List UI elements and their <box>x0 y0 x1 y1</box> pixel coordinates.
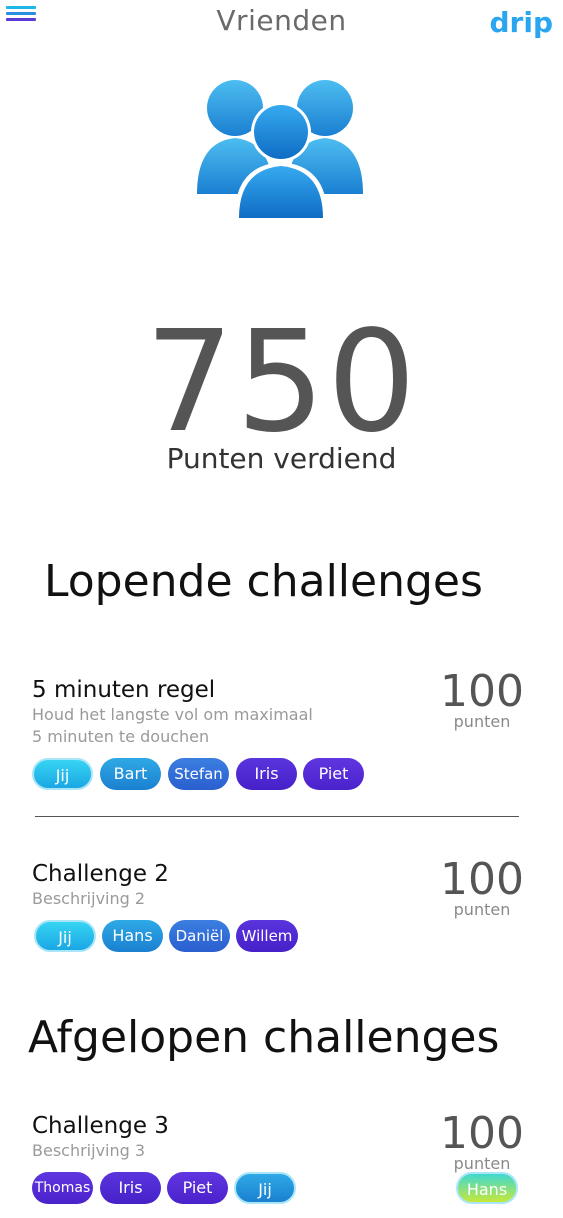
points-value: 100 <box>440 854 524 905</box>
participant-pill[interactable]: Jij <box>32 758 93 790</box>
participant-pill[interactable]: Daniël <box>169 920 230 952</box>
challenge-points: 100 punten <box>432 666 532 732</box>
points-value: 100 <box>440 1108 524 1159</box>
challenge-card[interactable]: Challenge 2 Beschrijving 2 100 punten Ji… <box>32 856 532 952</box>
points-label: Punten verdiend <box>166 442 397 475</box>
brand-logo[interactable]: drip <box>490 6 554 39</box>
divider <box>35 816 519 817</box>
participant-pill[interactable]: Iris <box>236 758 297 790</box>
challenge-description: Houd het langste vol om maximaal <box>32 705 313 724</box>
challenge-description: Beschrijving 2 <box>32 889 146 908</box>
participant-pill[interactable]: Iris <box>100 1172 161 1204</box>
participant-pill[interactable]: Jij <box>34 920 96 952</box>
finished-challenges-title: Afgelopen challenges <box>28 1012 500 1063</box>
points-total: 750 <box>144 301 419 464</box>
participant-pill[interactable]: Hans <box>102 920 163 952</box>
winner-pill[interactable]: Hans <box>456 1172 518 1204</box>
running-challenges-title: Lopende challenges <box>44 556 483 607</box>
challenge-description: 5 minuten te douchen <box>32 727 210 746</box>
challenge-description: Beschrijving 3 <box>32 1141 146 1160</box>
participant-pill[interactable]: Thomas <box>32 1172 93 1204</box>
challenge-points: 100 punten <box>432 854 532 920</box>
users-group-icon <box>197 80 363 220</box>
page-title: Vrienden <box>216 4 347 37</box>
participant-pill[interactable]: Stefan <box>168 758 229 790</box>
participant-pill[interactable]: Piet <box>167 1172 228 1204</box>
participant-pill[interactable]: Jij <box>234 1172 296 1204</box>
challenge-card[interactable]: Challenge 3 Beschrijving 3 100 punten Th… <box>32 1110 532 1204</box>
points-value: 100 <box>440 666 524 717</box>
challenge-card[interactable]: 5 minuten regel Houd het langste vol om … <box>32 668 532 790</box>
participant-pill[interactable]: Bart <box>100 758 161 790</box>
participant-pill[interactable]: Piet <box>303 758 364 790</box>
challenge-points: 100 punten <box>432 1108 532 1174</box>
participant-pill[interactable]: Willem <box>236 920 298 952</box>
